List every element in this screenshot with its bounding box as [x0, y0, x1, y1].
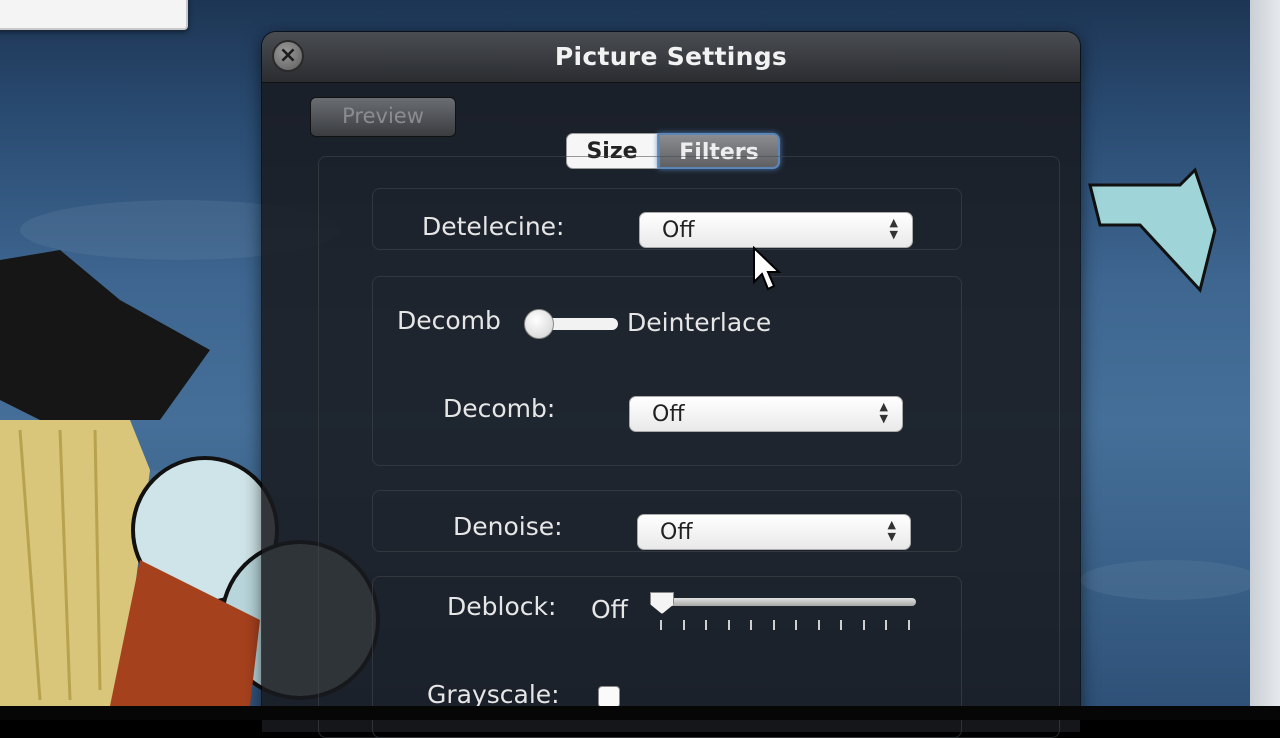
decomb-select[interactable]: Off ▲ ▼ [629, 396, 903, 432]
deblock-value-text: Off [591, 595, 628, 624]
grayscale-label: Grayscale: [427, 680, 560, 709]
deblock-slider-tick [682, 620, 685, 630]
deblock-slider-tick [727, 620, 730, 630]
detelecine-select[interactable]: Off ▲ ▼ [639, 212, 913, 248]
deblock-slider-tick [660, 620, 662, 630]
detelecine-label: Detelecine: [422, 212, 565, 241]
detelecine-value: Off [662, 218, 695, 243]
deblock-slider-tick [840, 620, 842, 630]
updown-arrows-icon: ▲ ▼ [887, 518, 896, 543]
deblock-slider-tick [795, 620, 797, 630]
updown-arrows-icon: ▲ ▼ [889, 216, 898, 241]
deblock-slider-tick [705, 620, 707, 630]
deblock-label: Deblock: [447, 592, 557, 621]
grayscale-checkbox[interactable] [598, 686, 620, 708]
close-icon: × [278, 43, 298, 68]
background-window [0, 0, 188, 30]
decomb-deinterlace-switch-knob[interactable] [524, 309, 554, 339]
background-window-edge [1250, 0, 1280, 706]
deblock-slider-track[interactable] [660, 598, 916, 606]
deblock-slider-tick [907, 620, 910, 630]
preview-button[interactable]: Preview [310, 97, 456, 137]
decomb-group-box [372, 276, 962, 466]
bottom-black-bar [0, 706, 1280, 720]
deblock-slider-tick [817, 620, 820, 630]
updown-arrows-icon: ▲ ▼ [879, 400, 888, 425]
close-button[interactable]: × [272, 40, 304, 72]
denoise-select[interactable]: Off ▲ ▼ [637, 514, 911, 550]
deblock-slider-tick [885, 620, 887, 630]
window-title: Picture Settings [554, 42, 788, 71]
denoise-value: Off [660, 520, 693, 545]
deblock-slider-tick [772, 620, 775, 630]
picture-settings-panel: Picture Settings × Preview Size Filters … [262, 32, 1080, 738]
decomb-label: Decomb: [443, 394, 556, 423]
deinterlace-toggle-label: Deinterlace [627, 308, 772, 337]
denoise-label: Denoise: [453, 512, 563, 541]
deblock-slider-tick [750, 620, 752, 630]
mouse-pointer-icon [753, 246, 782, 291]
decomb-toggle-label: Decomb [397, 306, 501, 335]
titlebar: Picture Settings × [262, 32, 1080, 83]
deblock-slider-tick [862, 620, 865, 630]
decomb-value: Off [652, 402, 685, 427]
